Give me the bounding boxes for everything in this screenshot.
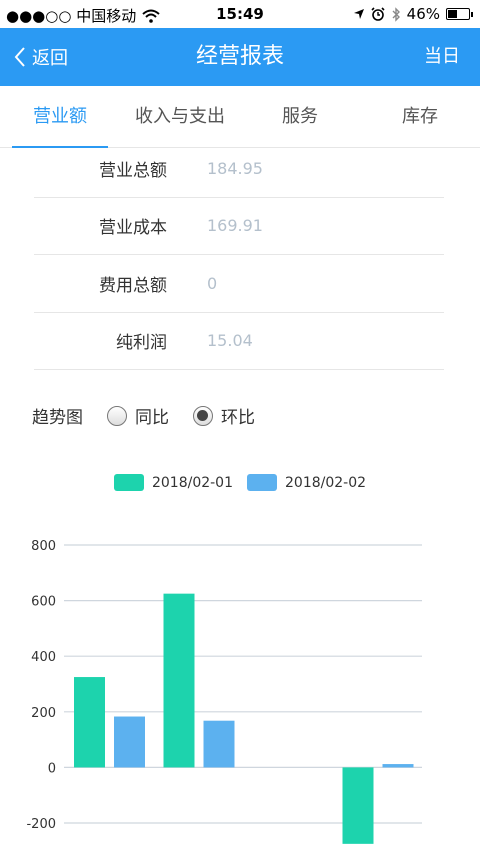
stats-list: 营业总额 184.95 营业成本 169.91 费用总额 0 纯利润 15.04 [34, 140, 444, 370]
chart-bar-series-2 [382, 764, 414, 768]
stat-value: 0 [207, 273, 218, 293]
tab-service[interactable]: 服务 [240, 86, 360, 147]
trend-label: 趋势图 [32, 408, 83, 428]
chart-bar-series-1 [74, 677, 105, 768]
radio-yoy[interactable]: 同比 [107, 403, 169, 428]
battery-percent: 46% [406, 5, 440, 23]
stat-row-total-revenue: 营业总额 184.95 [34, 140, 444, 198]
alarm-icon [371, 7, 385, 21]
period-button[interactable]: 当日 [424, 28, 460, 86]
tab-bar: 营业额 收入与支出 服务 库存 [0, 86, 480, 148]
radio-circle-icon [107, 405, 127, 426]
stat-label: 费用总额 [99, 275, 167, 296]
radio-label: 环比 [221, 408, 255, 428]
radio-circle-checked-icon [193, 405, 213, 426]
y-tick-label: -200 [26, 817, 56, 832]
stat-row-cost: 营业成本 169.91 [34, 198, 444, 255]
legend-item-series-1[interactable]: 2018/02-01 [113, 474, 233, 491]
stat-label: 营业成本 [99, 218, 167, 239]
battery-icon [446, 8, 473, 20]
chart-bar-series-2 [114, 716, 145, 768]
stat-value: 169.91 [207, 216, 263, 236]
tab-revenue[interactable]: 营业额 [0, 86, 120, 148]
stat-label: 纯利润 [116, 333, 167, 354]
radio-label: 同比 [135, 408, 169, 428]
location-arrow-icon [353, 9, 364, 19]
tab-income-expense[interactable]: 收入与支出 [120, 86, 240, 147]
chart-bar-series-1 [342, 767, 374, 844]
y-tick-label: 200 [31, 706, 56, 721]
stat-row-expenses: 费用总额 0 [34, 255, 444, 313]
y-tick-label: 0 [48, 761, 56, 776]
legend-label: 2018/02-02 [285, 474, 367, 491]
stat-row-net-profit: 纯利润 15.04 [34, 313, 444, 370]
chart-bar-series-2 [203, 720, 235, 768]
legend-item-series-2[interactable]: 2018/02-02 [247, 474, 366, 491]
bluetooth-icon [392, 6, 400, 22]
status-bar: ●●●○○ 中国移动 15:49 46% [0, 0, 480, 28]
legend-swatch [113, 474, 144, 491]
y-tick-label: 800 [31, 539, 56, 554]
nav-bar: 返回 经营报表 当日 [0, 28, 480, 86]
battery-level [448, 10, 457, 18]
page-title: 经营报表 [195, 44, 284, 69]
tab-inventory[interactable]: 库存 [360, 86, 480, 147]
radio-mom[interactable]: 环比 [193, 403, 255, 428]
chart-legend: 2018/02-01 2018/02-02 [0, 474, 480, 491]
stat-value: 184.95 [207, 158, 263, 178]
bar-chart: 800 600 400 200 0 -200 [26, 539, 422, 844]
legend-label: 2018/02-01 [151, 474, 233, 491]
stat-value: 15.04 [207, 331, 253, 351]
trend-selector: 趋势图 同比 环比 [32, 403, 255, 428]
status-right-group: 46% [353, 5, 473, 23]
legend-swatch [247, 474, 277, 491]
y-tick-label: 400 [31, 650, 56, 665]
chart-bar-series-1 [163, 593, 195, 768]
stat-label: 营业总额 [99, 160, 167, 181]
y-tick-label: 600 [31, 595, 56, 610]
